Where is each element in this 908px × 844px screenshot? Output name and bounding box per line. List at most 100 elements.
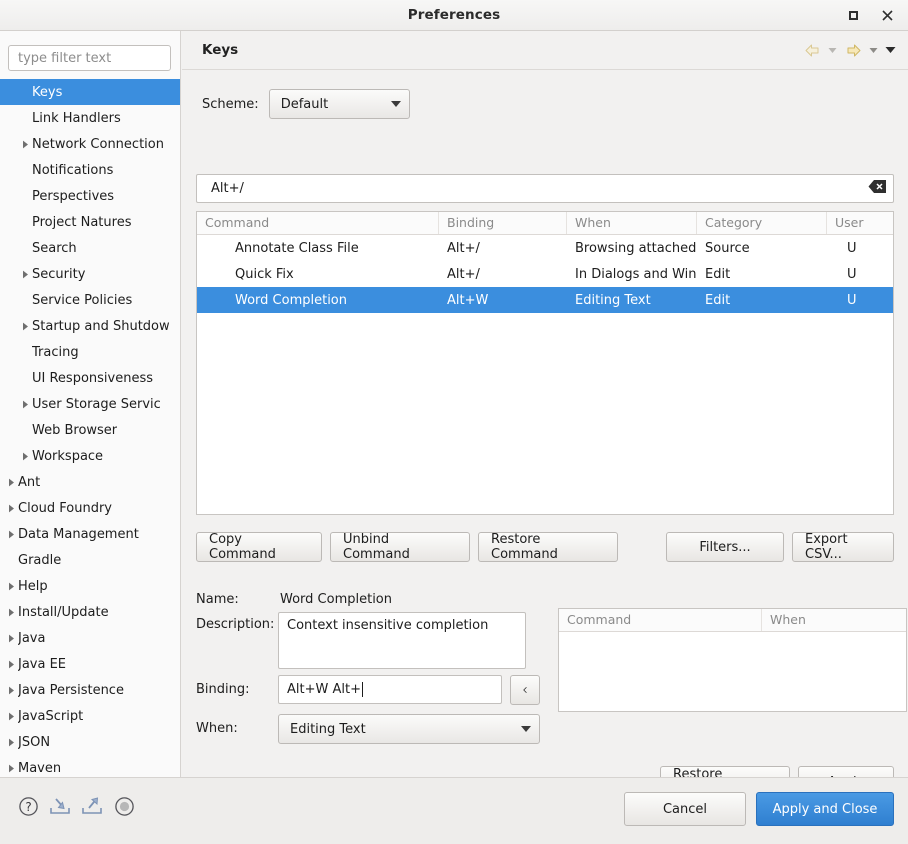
maximize-icon [848, 11, 858, 20]
keys-search-input[interactable]: Alt+/ [196, 174, 894, 203]
close-icon [881, 10, 893, 21]
table-row[interactable]: Annotate Class File Alt+/ Browsing attache… [197, 235, 893, 261]
when-select[interactable]: Editing Text [278, 714, 540, 744]
svg-text:?: ? [25, 800, 31, 814]
sidebar-item-keys[interactable]: Keys [0, 79, 180, 105]
cancel-button[interactable]: Cancel [624, 792, 746, 826]
sidebar-item-label: Security [32, 266, 86, 282]
expand-arrow-icon [18, 270, 32, 279]
table-row[interactable]: Word Completion Alt+W Editing Text Edit U [197, 287, 893, 313]
expand-arrow-icon [4, 660, 18, 669]
sidebar-item-install-update[interactable]: Install/Update [0, 599, 180, 625]
column-header-binding[interactable]: Binding [439, 212, 567, 234]
page-view-menu-button[interactable] [883, 39, 898, 61]
sidebar-item-label: JSON [18, 734, 51, 750]
sidebar-item-java-persistence[interactable]: Java Persistence [0, 677, 180, 703]
sidebar-item-javascript[interactable]: JavaScript [0, 703, 180, 729]
cell-when: Browsing attached . [575, 240, 697, 256]
sidebar-item-json[interactable]: JSON [0, 729, 180, 755]
unbind-command-button[interactable]: Unbind Command [330, 532, 470, 562]
close-button[interactable] [872, 3, 902, 29]
sidebar-filter-input[interactable]: type filter text [8, 45, 171, 71]
filters-button[interactable]: Filters... [666, 532, 784, 562]
conflicts-table[interactable]: Command When [558, 608, 907, 712]
sidebar-item-cloud-foundry[interactable]: Cloud Foundry [0, 495, 180, 521]
column-header-user[interactable]: User [827, 212, 893, 234]
dialog-footer: ? Cancel Apply and Close [0, 778, 908, 844]
sidebar-item-label: Maven [18, 760, 62, 776]
description-textarea[interactable]: Context insensitive completion [278, 612, 526, 669]
sidebar-item-tracing[interactable]: Tracing [0, 339, 180, 365]
sidebar-item-label: JavaScript [18, 708, 84, 724]
column-header-category[interactable]: Category [697, 212, 827, 234]
clear-icon[interactable] [868, 179, 887, 198]
restore-command-button[interactable]: Restore Command [478, 532, 618, 562]
sidebar-item-perspectives[interactable]: Perspectives [0, 183, 180, 209]
binding-back-button[interactable] [510, 675, 540, 705]
cell-category: Edit [705, 266, 731, 282]
sidebar-item-help[interactable]: Help [0, 573, 180, 599]
sidebar-item-gradle[interactable]: Gradle [0, 547, 180, 573]
page-title: Keys [202, 42, 239, 58]
sidebar-item-project-natures[interactable]: Project Natures [0, 209, 180, 235]
sidebar-item-workspace[interactable]: Workspace [0, 443, 180, 469]
preferences-sidebar: type filter text Keys Link Handlers Networ… [0, 31, 181, 777]
binding-input[interactable]: Alt+W Alt+ [278, 675, 502, 704]
help-icon[interactable]: ? [16, 794, 40, 818]
when-value: Editing Text [290, 721, 366, 737]
sidebar-item-service-policies[interactable]: Service Policies [0, 287, 180, 313]
forward-button[interactable] [842, 39, 864, 61]
expand-arrow-icon [4, 738, 18, 747]
key-bindings-table[interactable]: Command Binding When Category User Annotate … [196, 211, 894, 515]
sidebar-item-user-storage-servic[interactable]: User Storage Servic [0, 391, 180, 417]
export-csv-button[interactable]: Export CSV... [792, 532, 894, 562]
cell-category: Source [705, 240, 750, 256]
cell-binding: Alt+/ [447, 266, 480, 282]
sidebar-item-startup-and-shutdow[interactable]: Startup and Shutdow [0, 313, 180, 339]
expand-arrow-icon [18, 400, 32, 409]
sidebar-item-label: Notifications [32, 162, 114, 178]
progress-icon[interactable] [112, 794, 136, 818]
conflicts-column-header-command[interactable]: Command [559, 609, 762, 631]
cell-when: In Dialogs and Winc [575, 266, 697, 282]
sidebar-item-link-handlers[interactable]: Link Handlers [0, 105, 180, 131]
expand-arrow-icon [4, 634, 18, 643]
copy-command-button[interactable]: Copy Command [196, 532, 322, 562]
sidebar-item-label: Link Handlers [32, 110, 121, 126]
sidebar-item-data-management[interactable]: Data Management [0, 521, 180, 547]
back-history-button[interactable] [825, 39, 840, 61]
sidebar-item-web-browser[interactable]: Web Browser [0, 417, 180, 443]
maximize-button[interactable] [838, 3, 868, 29]
conflicts-column-header-when[interactable]: When [762, 609, 906, 631]
export-icon[interactable] [80, 794, 104, 818]
sidebar-item-search[interactable]: Search [0, 235, 180, 261]
sidebar-item-label: Gradle [18, 552, 62, 568]
sidebar-item-label: Web Browser [32, 422, 118, 438]
forward-history-button[interactable] [866, 39, 881, 61]
cell-user: U [847, 266, 857, 282]
sidebar-item-notifications[interactable]: Notifications [0, 157, 180, 183]
expand-arrow-icon [4, 530, 18, 539]
sidebar-item-java[interactable]: Java [0, 625, 180, 651]
sidebar-item-maven[interactable]: Maven [0, 755, 180, 777]
sidebar-item-ant[interactable]: Ant [0, 469, 180, 495]
table-row[interactable]: Quick Fix Alt+/ In Dialogs and Winc Edit U [197, 261, 893, 287]
cell-when: Editing Text [575, 292, 651, 308]
status-icons: ? [16, 794, 136, 818]
column-header-command[interactable]: Command [197, 212, 439, 234]
expand-arrow-icon [18, 322, 32, 331]
sidebar-item-security[interactable]: Security [0, 261, 180, 287]
binding-value: Alt+W Alt+ [287, 682, 361, 697]
sidebar-item-label: Java [18, 630, 46, 646]
sidebar-item-network-connection[interactable]: Network Connection [0, 131, 180, 157]
sidebar-item-java-ee[interactable]: Java EE [0, 651, 180, 677]
window-titlebar: Preferences [0, 0, 908, 31]
back-button[interactable] [801, 39, 823, 61]
import-icon[interactable] [48, 794, 72, 818]
sidebar-item-ui-responsiveness[interactable]: UI Responsiveness [0, 365, 180, 391]
apply-and-close-button[interactable]: Apply and Close [756, 792, 894, 826]
scheme-select[interactable]: Default [268, 89, 410, 119]
chevron-down-icon [521, 726, 531, 732]
column-header-when[interactable]: When [567, 212, 697, 234]
chevron-left-icon [523, 687, 527, 693]
